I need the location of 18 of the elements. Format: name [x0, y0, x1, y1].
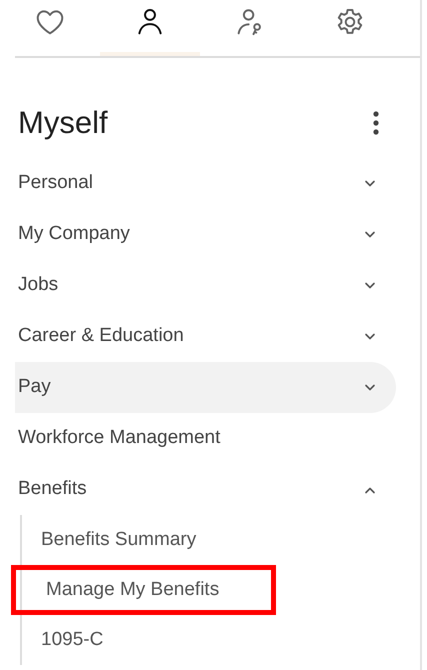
chevron-up-icon: [364, 486, 376, 494]
chevron-down-icon: [364, 384, 376, 392]
menu-item[interactable]: Workforce Management: [15, 413, 396, 464]
page-title: Myself: [18, 104, 108, 142]
chevron-down-icon: [364, 282, 376, 290]
menu-item[interactable]: Pay: [15, 362, 396, 413]
menu-item[interactable]: Personal: [15, 158, 396, 209]
menu-item[interactable]: Jobs: [15, 260, 396, 311]
chevron-down-icon: [364, 180, 376, 188]
menu-item[interactable]: My Company: [15, 209, 396, 260]
more-icon[interactable]: [373, 110, 379, 136]
menu-item[interactable]: Benefits: [15, 464, 396, 515]
submenu-item[interactable]: Manage My Benefits: [11, 565, 276, 615]
chevron-down-icon: [364, 332, 376, 340]
submenu-item[interactable]: 1095-C: [11, 615, 276, 665]
menu-item[interactable]: Career & Education: [15, 311, 396, 362]
submenu-item[interactable]: Benefits Summary: [11, 515, 276, 565]
chevron-down-icon: [364, 230, 376, 238]
